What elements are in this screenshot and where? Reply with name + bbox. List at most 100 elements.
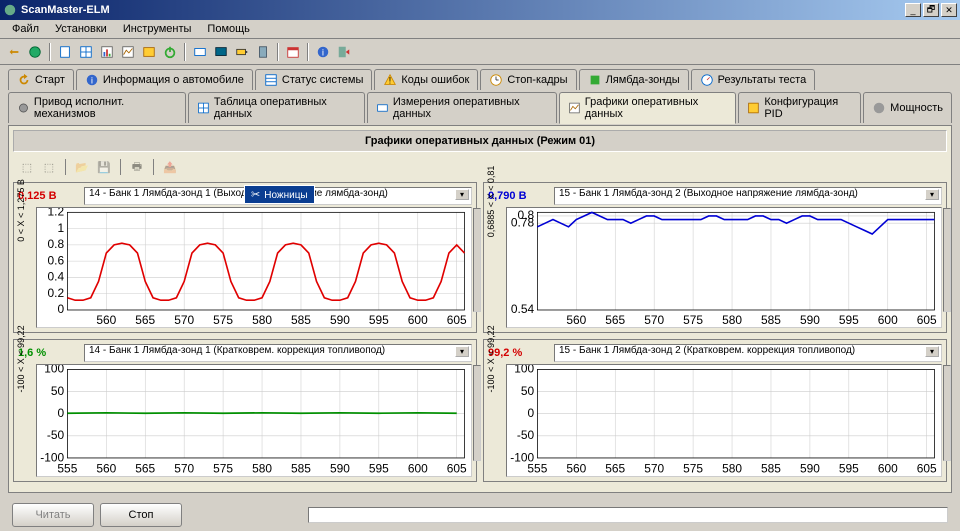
tooltip: ✂Ножницы <box>244 185 315 204</box>
tb-cal[interactable] <box>283 42 303 62</box>
tb-chart1[interactable] <box>97 42 117 62</box>
tab-error-codes[interactable]: !Коды ошибок <box>374 69 478 90</box>
content-panel: Графики оперативных данных (Режим 01) ⬚ … <box>8 125 952 493</box>
clock-icon <box>489 73 503 87</box>
tab-freeze-frames[interactable]: Стоп-кадры <box>480 69 576 90</box>
tab-lambda[interactable]: Лямбда-зонды <box>579 69 689 90</box>
svg-text:605: 605 <box>917 462 937 476</box>
tab-label: Старт <box>35 74 65 86</box>
status-icon <box>264 73 278 87</box>
progress-bar <box>308 507 948 523</box>
chart-slider[interactable] <box>943 208 951 312</box>
svg-text:585: 585 <box>761 462 781 476</box>
tb-info[interactable]: i <box>313 42 333 62</box>
tb-connect[interactable] <box>4 42 24 62</box>
tab-pid-config[interactable]: Конфигурация PID <box>738 92 861 123</box>
chart-selector[interactable]: 15 - Банк 1 Лямбда-зонд 2 (Кратковрем. к… <box>554 344 942 362</box>
svg-text:585: 585 <box>291 462 311 476</box>
mt-open[interactable]: 📂 <box>72 157 92 177</box>
svg-text:570: 570 <box>644 462 664 476</box>
tb-device[interactable] <box>253 42 273 62</box>
svg-text:600: 600 <box>408 462 428 476</box>
svg-text:580: 580 <box>252 313 272 327</box>
chart-value: 1,6 % <box>18 347 78 359</box>
svg-text:575: 575 <box>683 462 703 476</box>
chart-slider[interactable] <box>473 365 481 461</box>
svg-text:575: 575 <box>213 462 233 476</box>
svg-text:580: 580 <box>722 462 742 476</box>
tb-exit[interactable] <box>334 42 354 62</box>
svg-text:0.8: 0.8 <box>518 208 535 222</box>
chart-selector[interactable]: 14 - Банк 1 Лямбда-зонд 1 (Кратковрем. к… <box>84 344 472 362</box>
menu-help[interactable]: Помощь <box>199 21 258 37</box>
tab-system-status[interactable]: Статус системы <box>255 69 372 90</box>
mt-print[interactable]: 🖶 <box>127 157 147 177</box>
chart-panel-4: 99,2 %15 - Банк 1 Лямбда-зонд 2 (Кратков… <box>483 339 947 482</box>
chart-icon <box>568 101 581 115</box>
tab-vehicle-info[interactable]: i Информация о автомобиле <box>76 69 253 90</box>
svg-text:605: 605 <box>917 313 937 327</box>
svg-text:0.2: 0.2 <box>48 286 65 300</box>
tb-doc[interactable] <box>55 42 75 62</box>
mt-1[interactable]: ⬚ <box>17 157 37 177</box>
read-button[interactable]: Читать <box>12 503 94 527</box>
tab-data-charts[interactable]: Графики оперативных данных <box>559 92 737 124</box>
tb-monitor[interactable] <box>211 42 231 62</box>
svg-text:605: 605 <box>447 462 467 476</box>
tb-config[interactable] <box>139 42 159 62</box>
menu-tools[interactable]: Инструменты <box>115 21 200 37</box>
tb-power[interactable] <box>160 42 180 62</box>
tab-label: Таблица оперативных данных <box>214 96 356 120</box>
tab-start[interactable]: Старт <box>8 69 74 90</box>
titlebar: ScanMaster-ELM _ 🗗 ✕ <box>0 0 960 20</box>
minimize-button[interactable]: _ <box>905 3 921 17</box>
tb-chart2[interactable] <box>118 42 138 62</box>
svg-text:i: i <box>322 47 324 58</box>
svg-text:590: 590 <box>330 462 350 476</box>
svg-text:100: 100 <box>44 365 64 376</box>
chart-slider[interactable] <box>473 208 481 312</box>
svg-text:585: 585 <box>761 313 781 327</box>
menu-settings[interactable]: Установки <box>47 21 115 37</box>
meter-icon <box>376 101 389 115</box>
chart-ylabel: -100 < X < 99,22 <box>16 325 26 392</box>
close-button[interactable]: ✕ <box>941 3 957 17</box>
chart-ylabel: 0 < X < 1,275 В <box>16 179 26 242</box>
tb-globe[interactable] <box>25 42 45 62</box>
gear-icon <box>17 101 30 115</box>
chart-selector[interactable]: 15 - Банк 1 Лямбда-зонд 2 (Выходное напр… <box>554 187 942 205</box>
tab-test-results[interactable]: Результаты теста <box>691 69 816 90</box>
svg-text:0: 0 <box>527 406 534 420</box>
menu-file[interactable]: Файл <box>4 21 47 37</box>
svg-text:0.8: 0.8 <box>48 237 65 251</box>
svg-text:580: 580 <box>722 313 742 327</box>
svg-text:590: 590 <box>800 462 820 476</box>
tab-label: Лямбда-зонды <box>606 74 680 86</box>
chart-slider[interactable] <box>943 365 951 461</box>
gauge-icon <box>700 73 714 87</box>
svg-text:0.54: 0.54 <box>511 302 535 316</box>
info-icon: i <box>85 73 99 87</box>
tab-actuators[interactable]: Привод исполнит. механизмов <box>8 92 186 123</box>
svg-text:600: 600 <box>878 462 898 476</box>
mt-save[interactable]: 💾 <box>94 157 114 177</box>
svg-text:570: 570 <box>644 313 664 327</box>
restore-button[interactable]: 🗗 <box>923 3 939 17</box>
svg-text:50: 50 <box>51 384 65 398</box>
svg-text:0: 0 <box>57 406 64 420</box>
svg-text:560: 560 <box>96 462 116 476</box>
tab-label: Конфигурация PID <box>764 96 852 120</box>
tb-grid[interactable] <box>76 42 96 62</box>
chart-body: -100 < X < 99,22-100-5005010055556056557… <box>36 364 472 477</box>
stop-button[interactable]: Стоп <box>100 503 182 527</box>
tb-msg[interactable] <box>190 42 210 62</box>
tab-label: Информация о автомобиле <box>103 74 244 86</box>
tb-battery[interactable] <box>232 42 252 62</box>
mt-2[interactable]: ⬚ <box>39 157 59 177</box>
tab-power[interactable]: Мощность <box>863 92 952 123</box>
tab-data-table[interactable]: Таблица оперативных данных <box>188 92 365 123</box>
tab-label: Стоп-кадры <box>507 74 567 86</box>
tab-data-measure[interactable]: Измерения оперативных данных <box>367 92 557 123</box>
mt-export[interactable]: 📤 <box>160 157 180 177</box>
svg-text:565: 565 <box>605 313 625 327</box>
